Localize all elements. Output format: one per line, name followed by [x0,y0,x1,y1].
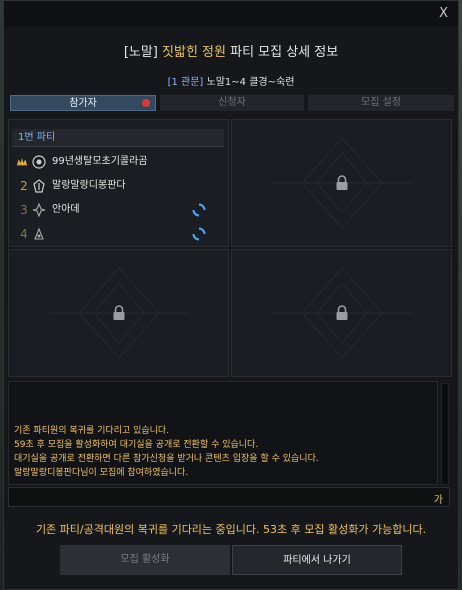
chat-message: 기존 파티원의 복귀를 기다리고 있습니다. [14,426,170,436]
window-topbar: X [4,1,458,27]
member-name: 99년생탈모초기콜라곰 [52,156,148,167]
tab-participants[interactable]: 참가자 [10,95,156,111]
member-name: 안아데 [52,204,80,215]
tab-recruit-settings[interactable]: 모집 설정 [308,95,454,111]
party-recruit-detail-window: X [노말] 짓밟힌 정원 파티 모집 상세 정보 [1 관문] 노말1~4 클… [3,0,459,590]
party-member-1[interactable]: 99년생탈모초기콜라곰 [12,151,224,173]
loading-spinner-icon [192,227,206,241]
tab-bar: 참가자 신청자 모집 설정 [10,95,454,111]
class-emblem-icon [32,203,46,217]
member-number: 3 [20,203,28,217]
input-language-indicator[interactable]: 가 [434,491,443,506]
lock-icon [336,305,347,320]
chat-message: 말랑말랑디봉판다님이 모집에 참여하였습니다. [14,468,189,478]
tab-applicants-label: 신청자 [218,97,246,108]
title-difficulty: [노말] [123,45,158,60]
lock-icon [113,305,124,320]
status-notice: 기존 파티/공격대원의 복귀를 기다리는 중입니다. 53초 후 모집 활성화가… [35,523,427,536]
notification-badge [142,99,150,107]
party-slot-3-locked [8,249,229,377]
chat-input[interactable]: 가 [8,487,450,507]
window-subtitle: [1 관문] 노말1~4 클경~숙련 [4,73,458,88]
close-button[interactable]: X [439,6,448,21]
party-slot-2-locked [231,119,452,247]
window-title: [노말] 짓밟힌 정원 파티 모집 상세 정보 [4,41,458,60]
party-member-4[interactable]: 4 [12,223,224,245]
activate-recruit-button[interactable]: 모집 활성화 [60,545,230,575]
member-number: 2 [20,179,28,193]
chat-log: 기존 파티원의 복귀를 기다리고 있습니다. 59초 후 모집을 활성화하여 대… [8,381,438,485]
member-number: 4 [20,227,28,241]
member-name: 말랑말랑디봉판다 [52,180,126,191]
tab-participants-label: 참가자 [69,98,97,109]
subtitle-text: 노말1~4 클경~숙련 [206,77,295,88]
lock-icon [336,175,347,190]
class-emblem-icon [33,179,45,193]
party-header: 1번 파티 [12,129,224,147]
loading-spinner-icon [192,203,206,217]
chat-scrollbar[interactable] [441,383,449,485]
party-member-3[interactable]: 3 안아데 [12,199,224,221]
chat-message: 59초 후 모집을 활성화하여 대기실을 공개로 전환할 수 있습니다. [14,440,259,450]
tab-applicants[interactable]: 신청자 [160,95,304,111]
class-emblem-icon [32,155,46,169]
chat-message: 대기실을 공개로 전환하면 다른 참가신청을 받거나 콘텐츠 입장을 할 수 있… [14,454,319,464]
subtitle-gate-tag: [1 관문] [167,77,204,88]
title-raid-name: 짓밟힌 정원 [162,45,226,60]
leave-party-button[interactable]: 파티에서 나가기 [232,545,402,575]
tab-recruit-settings-label: 모집 설정 [361,97,401,108]
party-slot-4-locked [231,249,452,377]
class-emblem-icon [34,227,44,240]
party-member-2[interactable]: 2 말랑말랑디봉판다 [12,175,224,197]
title-suffix: 파티 모집 상세 정보 [230,45,339,60]
crown-icon [16,157,28,166]
